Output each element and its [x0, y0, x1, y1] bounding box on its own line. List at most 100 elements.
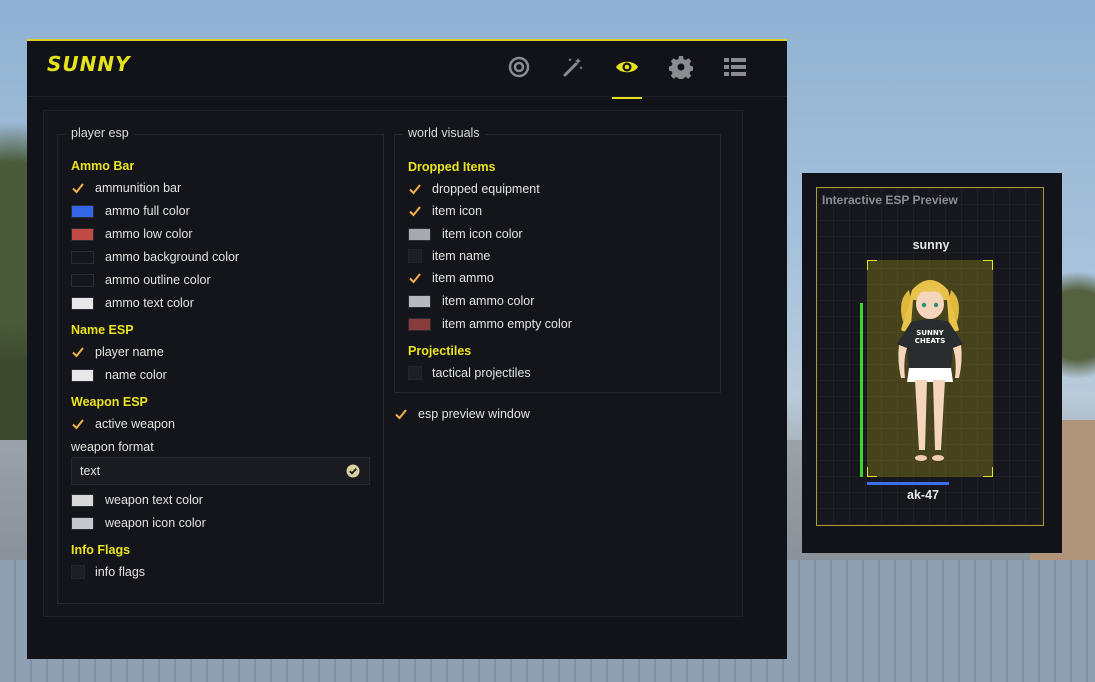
checkbox-checked[interactable] [71, 417, 85, 431]
checkbox-checked[interactable] [408, 204, 422, 218]
tab-settings[interactable] [654, 55, 708, 99]
background-tree [1060, 250, 1095, 400]
preview-player-name: sunny [912, 238, 950, 252]
info-flags-toggle[interactable]: info flags [71, 563, 145, 581]
list-icon [723, 55, 747, 99]
gear-icon [668, 55, 694, 99]
color-swatch[interactable] [71, 296, 94, 310]
color-swatch[interactable] [71, 493, 94, 507]
name-color-row[interactable]: name color [71, 366, 167, 384]
checkbox-unchecked[interactable] [408, 366, 422, 380]
checkbox-label: tactical projectiles [432, 366, 531, 380]
weapon-text-color-row[interactable]: weapon text color [71, 491, 203, 509]
check-icon [395, 409, 407, 420]
svg-text:CHEATS: CHEATS [915, 337, 945, 345]
checkbox-unchecked[interactable] [408, 249, 422, 263]
check-icon [72, 419, 84, 430]
color-swatch[interactable] [71, 227, 94, 241]
section-dropped-items: Dropped Items [408, 160, 496, 174]
color-label: ammo low color [105, 227, 193, 241]
color-swatch[interactable] [408, 227, 431, 241]
checkbox-label: dropped equipment [432, 182, 540, 196]
svg-text:SUNNY: SUNNY [916, 329, 944, 337]
tab-visuals[interactable] [600, 55, 654, 99]
color-swatch[interactable] [408, 294, 431, 308]
checkbox-label: player name [95, 345, 164, 359]
preview-weapon-label: ak-47 [907, 488, 939, 502]
item-ammo-empty-color-row[interactable]: item ammo empty color [408, 315, 572, 333]
content-panel: player esp Ammo Bar ammunition bar ammo … [43, 110, 743, 617]
color-swatch[interactable] [71, 368, 94, 382]
color-swatch[interactable] [71, 273, 94, 287]
check-icon [72, 347, 84, 358]
tab-aimbot[interactable] [492, 55, 546, 99]
preview-title: Interactive ESP Preview [822, 193, 958, 207]
check-icon [72, 183, 84, 194]
tab-config[interactable] [708, 55, 762, 99]
checkbox-label: item name [432, 249, 491, 263]
checkbox-checked[interactable] [408, 182, 422, 196]
world-visuals-group: world visuals Dropped Items dropped equi… [394, 126, 721, 393]
ammo-text-color-row[interactable]: ammo text color [71, 294, 194, 312]
item-ammo-toggle[interactable]: item ammo [408, 269, 494, 287]
color-label: item ammo empty color [442, 317, 572, 331]
header: SUNNY [27, 41, 787, 99]
color-label: item icon color [442, 227, 523, 241]
item-icon-color-row[interactable]: item icon color [408, 225, 523, 243]
color-swatch[interactable] [71, 250, 94, 264]
check-icon [409, 273, 421, 284]
check-icon [409, 206, 421, 217]
color-swatch[interactable] [71, 516, 94, 530]
section-projectiles: Projectiles [408, 344, 472, 358]
checkbox-unchecked[interactable] [71, 565, 85, 579]
item-ammo-color-row[interactable]: item ammo color [408, 292, 534, 310]
section-weapon-esp: Weapon ESP [71, 395, 148, 409]
checkbox-label: ammunition bar [95, 181, 182, 195]
health-bar [860, 303, 863, 477]
esp-preview-window[interactable]: Interactive ESP Preview sunny SUNNY CHEA… [802, 173, 1062, 553]
color-label: item ammo color [442, 294, 535, 308]
checkbox-label: item icon [432, 204, 483, 218]
ammo-background-color-row[interactable]: ammo background color [71, 248, 239, 266]
checkbox-checked[interactable] [71, 181, 85, 195]
tab-misc[interactable] [546, 55, 600, 99]
color-label: ammo outline color [105, 273, 211, 287]
color-label: name color [105, 368, 167, 382]
item-icon-toggle[interactable]: item icon [408, 202, 482, 220]
weapon-icon-color-row[interactable]: weapon icon color [71, 514, 206, 532]
ammo-low-color-row[interactable]: ammo low color [71, 225, 193, 243]
check-circle-icon [346, 464, 360, 478]
check-icon [409, 184, 421, 195]
player-esp-group: player esp Ammo Bar ammunition bar ammo … [57, 126, 384, 604]
ammo-bar [867, 482, 949, 485]
checkbox-label: item ammo [432, 271, 494, 285]
tab-bar [492, 55, 762, 99]
preview-canvas: Interactive ESP Preview sunny SUNNY CHEA… [816, 187, 1044, 526]
checkbox-checked[interactable] [408, 271, 422, 285]
player-bounding-box: SUNNY CHEATS [867, 260, 993, 477]
player-name-toggle[interactable]: player name [71, 343, 164, 361]
player-figure: SUNNY CHEATS [897, 280, 963, 461]
dropped-equipment-toggle[interactable]: dropped equipment [408, 180, 540, 198]
weapon-format-dropdown[interactable]: text [71, 457, 370, 485]
eye-icon [615, 55, 639, 99]
color-label: ammo background color [105, 250, 240, 264]
item-name-toggle[interactable]: item name [408, 247, 490, 265]
checkbox-checked[interactable] [394, 407, 408, 421]
section-name-esp: Name ESP [71, 323, 134, 337]
ammunition-bar-toggle[interactable]: ammunition bar [71, 179, 181, 197]
color-swatch[interactable] [408, 317, 431, 331]
group-title: world visuals [403, 126, 485, 140]
checkbox-checked[interactable] [71, 345, 85, 359]
checkbox-label: active weapon [95, 417, 175, 431]
main-window: SUNNY player esp Ammo Bar ammunition bar… [27, 39, 787, 659]
ammo-outline-color-row[interactable]: ammo outline color [71, 271, 211, 289]
ammo-full-color-row[interactable]: ammo full color [71, 202, 190, 220]
active-weapon-toggle[interactable]: active weapon [71, 415, 175, 433]
target-icon [507, 55, 531, 99]
esp-preview-window-toggle[interactable]: esp preview window [394, 405, 530, 423]
section-ammo-bar: Ammo Bar [71, 159, 135, 173]
tactical-projectiles-toggle[interactable]: tactical projectiles [408, 364, 531, 382]
color-swatch[interactable] [71, 204, 94, 218]
logo: SUNNY [47, 52, 131, 76]
